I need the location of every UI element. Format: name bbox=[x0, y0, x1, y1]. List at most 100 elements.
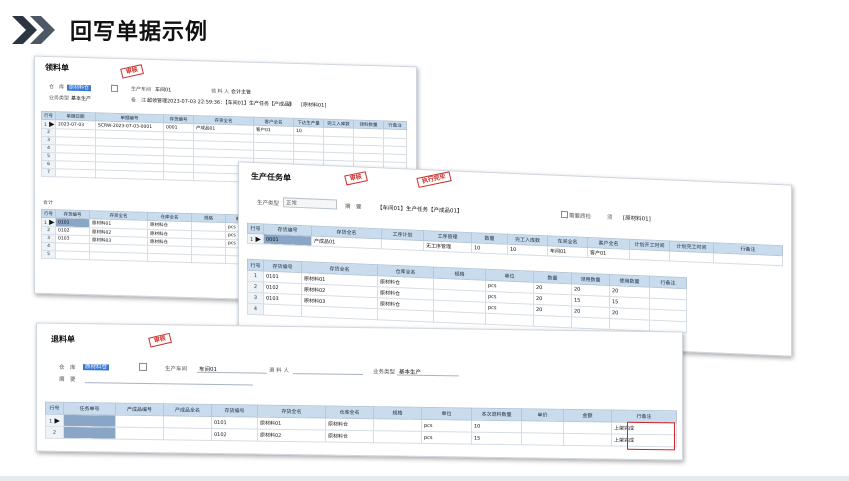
table-cell[interactable] bbox=[533, 315, 572, 328]
table-cell[interactable]: pcs bbox=[421, 431, 472, 445]
column-header[interactable]: 行号 bbox=[247, 259, 264, 271]
source-field[interactable]: [原材料01] bbox=[301, 101, 326, 109]
table-cell[interactable]: 10 bbox=[471, 242, 508, 255]
table-cell[interactable]: 15 bbox=[471, 432, 522, 445]
lingliao-material-grid: 行号存货编号存货全名仓库全名规格单 1 ▶0101原材料01原材料仓pcs201… bbox=[41, 209, 251, 265]
table-cell[interactable] bbox=[713, 252, 783, 266]
need-qc-checkbox[interactable] bbox=[561, 210, 568, 219]
biz-type-field[interactable]: 基本生产 bbox=[71, 95, 91, 103]
workshop-label: 生产车间 bbox=[165, 366, 188, 373]
table-cell[interactable] bbox=[115, 427, 164, 440]
table-cell[interactable]: 客户01 bbox=[587, 247, 630, 260]
table-cell[interactable] bbox=[373, 418, 422, 432]
remark-field[interactable]: 超领管理2023-07-03 22:59:36：【车间01】生产任务【产成品】 bbox=[147, 97, 294, 108]
table-cell[interactable] bbox=[571, 316, 610, 330]
column-header[interactable]: 存货编号 bbox=[211, 404, 258, 418]
table-cell[interactable] bbox=[263, 303, 302, 317]
column-header[interactable]: 单位 bbox=[421, 407, 472, 421]
column-header[interactable]: 存货全名 bbox=[257, 405, 326, 419]
slide-footer-bar bbox=[0, 476, 849, 481]
column-header[interactable]: 产成品全名 bbox=[163, 403, 212, 417]
table-cell[interactable]: 原材料01 bbox=[257, 417, 326, 431]
row-number: 3 bbox=[247, 292, 264, 304]
table-cell[interactable] bbox=[301, 305, 378, 320]
row-number-label: 7 bbox=[47, 170, 50, 176]
picker-field[interactable]: 会计主管 bbox=[231, 88, 251, 96]
table-cell[interactable] bbox=[55, 250, 90, 260]
source-label: 须 bbox=[607, 214, 613, 222]
table-cell[interactable]: 原材料02 bbox=[257, 429, 326, 443]
row-number: 4 bbox=[247, 303, 264, 315]
type-select[interactable]: 正常 bbox=[283, 197, 337, 210]
table-cell[interactable] bbox=[55, 168, 96, 178]
row-number-label: 2 bbox=[47, 228, 50, 234]
table-cell[interactable]: 0101 bbox=[211, 416, 258, 430]
table-cell[interactable]: 车间01 bbox=[547, 245, 588, 258]
table-cell[interactable] bbox=[381, 238, 424, 251]
table-cell[interactable] bbox=[191, 254, 226, 264]
table-cell[interactable] bbox=[147, 253, 192, 263]
row-number: 7 bbox=[41, 168, 56, 177]
row-cursor-icon: ▶ bbox=[46, 120, 55, 129]
column-header[interactable]: 产成品编号 bbox=[115, 403, 164, 416]
table-cell[interactable]: 原材料仓 bbox=[325, 430, 374, 443]
warehouse-label: 仓 库 bbox=[49, 84, 65, 91]
table-cell[interactable] bbox=[115, 415, 164, 428]
table-cell[interactable] bbox=[63, 414, 116, 428]
row-number-label: 4 bbox=[47, 146, 50, 152]
table-cell[interactable] bbox=[95, 169, 164, 180]
row-number-label: 3 bbox=[253, 295, 258, 302]
warehouse-field[interactable]: 原材料仓 bbox=[83, 362, 110, 371]
table-cell[interactable] bbox=[485, 313, 534, 327]
summary-field[interactable]: 【车间01】生产任务【产成品01】 bbox=[377, 203, 463, 215]
table-cell[interactable] bbox=[669, 250, 714, 263]
column-header[interactable]: 行号 bbox=[247, 223, 264, 234]
table-cell[interactable] bbox=[373, 430, 422, 444]
table-cell[interactable]: 0102 bbox=[211, 428, 258, 442]
table-cell[interactable]: 0001 bbox=[263, 233, 312, 246]
table-cell[interactable]: 原材料仓 bbox=[325, 418, 374, 431]
column-header[interactable]: 任务单号 bbox=[63, 402, 116, 416]
table-cell[interactable] bbox=[63, 426, 116, 440]
row-number-label: 5 bbox=[47, 154, 50, 160]
table-cell[interactable] bbox=[377, 308, 434, 323]
table-cell[interactable] bbox=[163, 427, 212, 441]
column-header[interactable]: 本次退料数量 bbox=[471, 408, 522, 421]
table-cell[interactable]: pcs bbox=[421, 419, 472, 433]
row-number-label: 2 bbox=[52, 429, 57, 436]
picker-label: 领 料 人 bbox=[211, 88, 230, 96]
table-cell[interactable]: 10 bbox=[471, 420, 522, 433]
column-header[interactable]: 金额 bbox=[563, 409, 612, 423]
table-cell[interactable]: 产成品01 bbox=[311, 235, 382, 249]
total-label: 合计 bbox=[43, 199, 54, 207]
table-cell[interactable] bbox=[563, 421, 612, 435]
table-cell[interactable] bbox=[163, 171, 194, 181]
column-header[interactable]: 行号 bbox=[45, 402, 64, 415]
column-header[interactable]: 单价 bbox=[521, 408, 564, 422]
lingliao-stamp: 审核 bbox=[120, 64, 144, 79]
table-cell[interactable] bbox=[563, 433, 612, 447]
table-cell[interactable] bbox=[433, 311, 486, 325]
table-cell[interactable] bbox=[163, 415, 212, 429]
workshop-field[interactable]: 车间01 bbox=[155, 86, 171, 93]
row-number: 2 bbox=[247, 281, 264, 293]
source-label: 源 bbox=[287, 101, 293, 108]
warehouse-picker-icon[interactable] bbox=[111, 84, 118, 92]
row-cursor-icon: ▶ bbox=[253, 234, 261, 243]
table-cell[interactable]: 10 bbox=[507, 244, 548, 256]
table-cell[interactable] bbox=[609, 318, 650, 332]
row-number: 5 bbox=[41, 250, 56, 259]
column-header[interactable]: 规格 bbox=[373, 406, 422, 420]
row-number: 2 bbox=[45, 426, 64, 439]
column-header[interactable]: 仓库全名 bbox=[325, 406, 374, 419]
warehouse-field[interactable]: 原材料仓 bbox=[67, 84, 92, 92]
warehouse-picker-icon[interactable] bbox=[139, 362, 147, 372]
row-number: 1 bbox=[247, 270, 264, 282]
table-cell[interactable] bbox=[521, 420, 564, 434]
source-field[interactable]: [原材料01] bbox=[623, 214, 651, 223]
table-cell[interactable]: 无工序管理 bbox=[423, 240, 472, 253]
table-cell[interactable] bbox=[521, 432, 564, 446]
table-cell[interactable] bbox=[89, 251, 148, 262]
table-cell[interactable] bbox=[629, 249, 670, 261]
summary-label: 摘 要 bbox=[59, 376, 76, 384]
